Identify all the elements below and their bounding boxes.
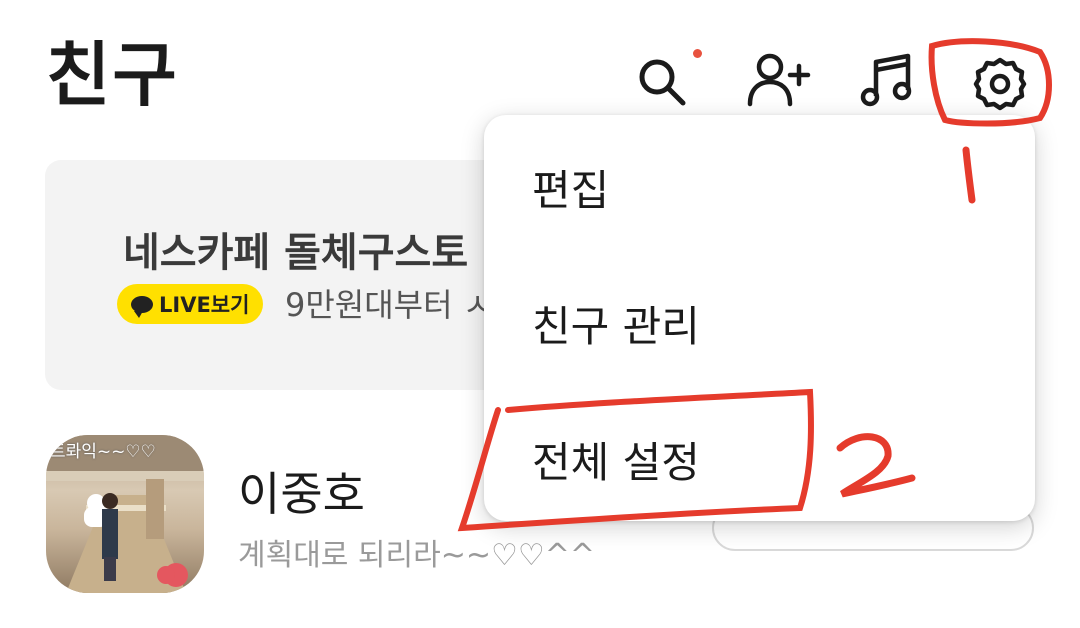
avatar[interactable]: 트롸익~~♡♡ [46,435,204,593]
profile-status-message: 계획대로 되리라~~♡♡^^ [238,538,596,573]
search-icon[interactable] [636,56,688,108]
music-icon[interactable] [860,52,916,108]
settings-dropdown-menu: 편집 친구 관리 전체 설정 [484,115,1035,521]
menu-item-all-settings[interactable]: 전체 설정 [532,429,700,490]
live-label: LIVE보기 [159,293,250,317]
menu-item-manage-friends[interactable]: 친구 관리 [532,293,700,354]
avatar-caption: 트롸익~~♡♡ [50,442,156,462]
banner-subtitle: 9만원대부터 ㅅ [285,286,493,324]
live-badge[interactable]: LIVE보기 [117,284,264,324]
chat-bubble-icon [131,295,153,318]
menu-item-edit[interactable]: 편집 [532,157,609,218]
banner-title: 네스카페 돌체구스토 [123,230,469,276]
notification-dot [693,49,702,58]
page-title: 친구 [46,34,179,116]
add-friend-icon[interactable] [746,52,812,108]
settings-icon[interactable] [972,56,1028,112]
profile-name[interactable]: 이중호 [238,458,365,524]
